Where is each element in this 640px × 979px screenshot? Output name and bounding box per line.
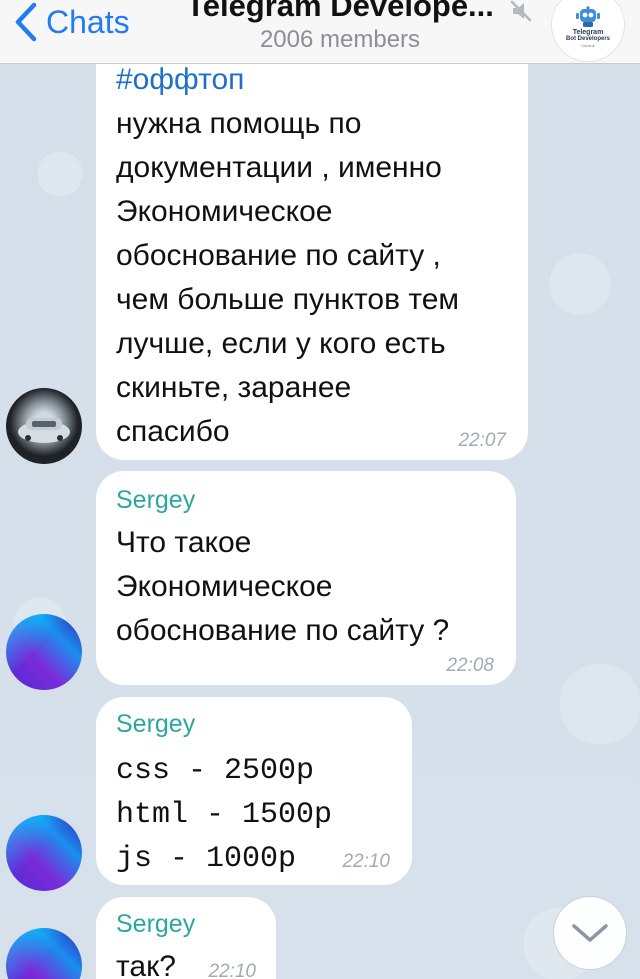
group-avatar-line3: Ukraine <box>581 43 595 48</box>
group-avatar[interactable]: Telegram Bot Developers Ukraine <box>551 0 625 62</box>
sender-name[interactable]: Sergey <box>116 909 195 939</box>
back-label: Chats <box>46 3 130 40</box>
mute-speaker-icon <box>510 0 534 27</box>
message-line: обоснование по сайту , <box>116 239 441 272</box>
sender-name[interactable]: Sergey <box>116 485 449 515</box>
group-avatar-line1: Telegram <box>572 29 604 36</box>
avatar[interactable] <box>6 614 82 690</box>
code-line: css - 2500р <box>116 754 315 788</box>
message-line: Экономическое <box>116 570 333 603</box>
chevron-down-icon <box>572 924 608 942</box>
message-time: 22:08 <box>446 655 494 676</box>
avatar[interactable] <box>6 388 82 464</box>
members-count: 2006 members <box>259 26 421 53</box>
message-line: обоснование по сайту ? <box>116 614 450 647</box>
message-line: Экономическое <box>116 195 333 228</box>
message-line: спасибо <box>116 415 230 448</box>
message-line: Что такое <box>116 526 252 559</box>
back-button[interactable]: Chats <box>14 0 130 44</box>
scroll-down-button[interactable] <box>553 896 627 970</box>
sender-name[interactable]: Sergey <box>116 709 332 739</box>
message-line: нужна помощь по <box>116 107 362 140</box>
avatar[interactable] <box>6 815 82 891</box>
message-line: лучше, если у кого есть <box>116 327 446 360</box>
robot-icon <box>576 6 600 27</box>
chevron-left-icon <box>14 2 38 42</box>
chat-title-area[interactable]: Telegram Develope... <box>170 0 510 24</box>
message-time: 22:10 <box>342 851 390 872</box>
message-bubble[interactable]: Sergey так? 22:10 <box>96 897 276 979</box>
message-hashtag[interactable]: #оффтоп <box>116 58 459 102</box>
message-line: чем больше пунктов тем <box>116 283 460 316</box>
car-image <box>18 418 70 443</box>
group-avatar-line2: Bot Developers <box>565 36 610 42</box>
chat-title: Telegram Develope... <box>186 0 494 23</box>
message-bubble[interactable]: Sergey css - 2500р html - 1500р js - 100… <box>96 697 412 885</box>
code-line: js - 1000р <box>116 842 297 876</box>
chat-header: Chats Telegram Develope... 2006 members … <box>0 0 640 64</box>
message-bubble[interactable]: Sergey Что такое Экономическое обоснован… <box>96 471 516 685</box>
message-bubble[interactable]: #оффтоп нужна помощь по документации , и… <box>96 40 528 460</box>
code-line: html - 1500р <box>116 798 333 832</box>
message-time: 22:10 <box>208 961 256 979</box>
message-line: документации , именно <box>116 151 442 184</box>
message-line: скиньте, заранее <box>116 371 352 404</box>
message-time: 22:07 <box>458 430 506 451</box>
message-line: так? <box>116 950 176 979</box>
